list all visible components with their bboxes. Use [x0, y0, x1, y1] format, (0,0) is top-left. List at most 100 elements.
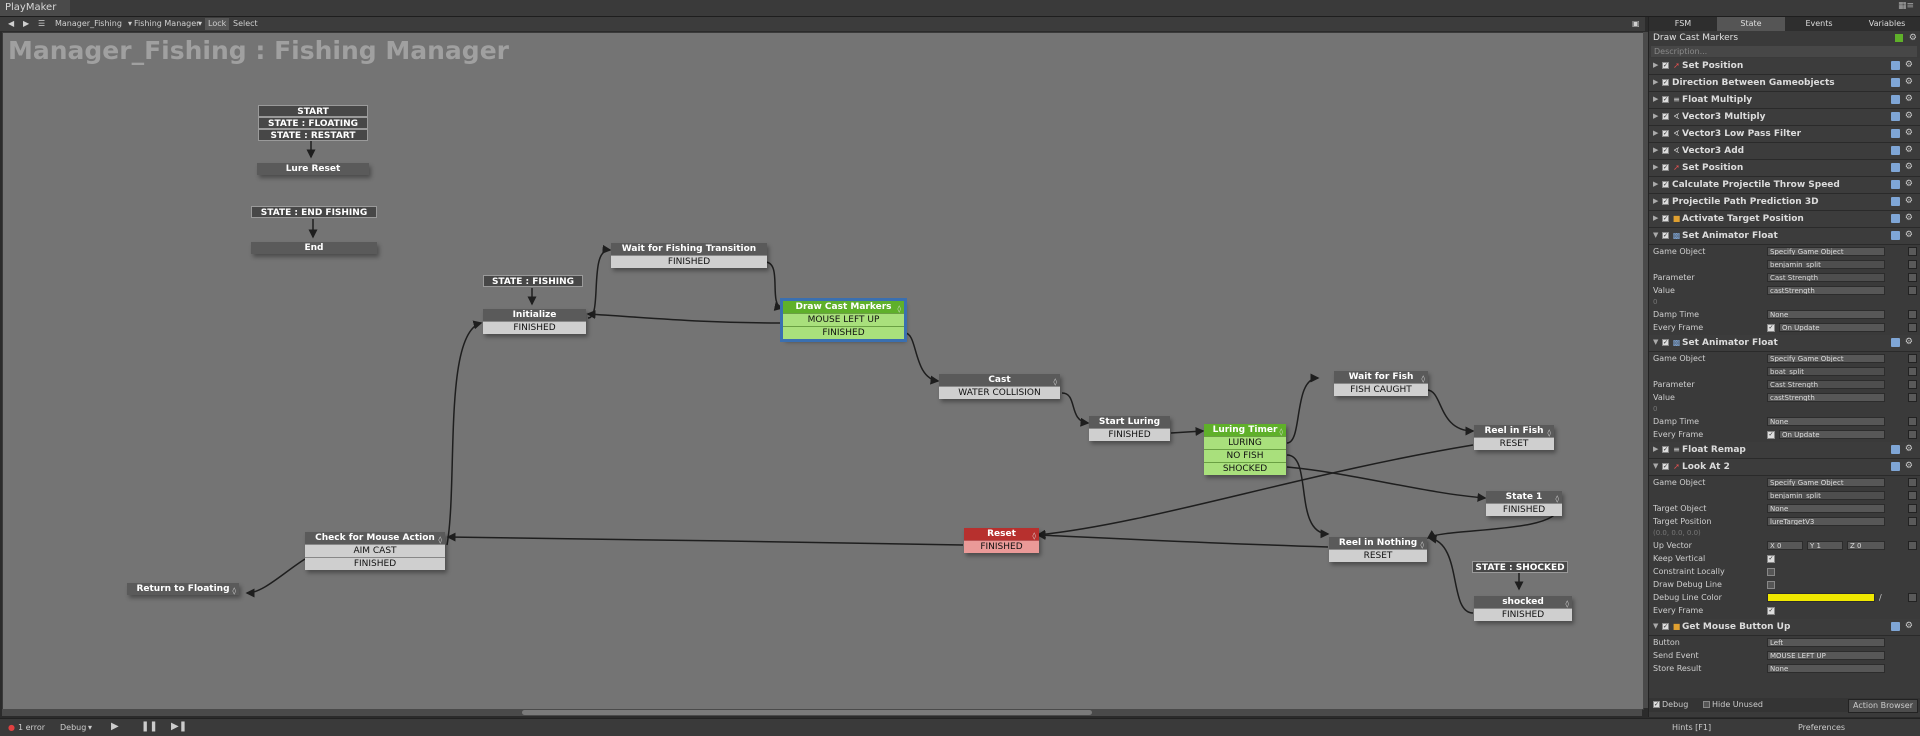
action-set-position-2[interactable]: ▶ ✓ ➚ Set Position ⚙ — [1649, 160, 1920, 177]
debug-checkbox[interactable]: ✓ — [1653, 701, 1660, 708]
step-icon[interactable]: ▶❚ — [171, 721, 187, 732]
error-count[interactable]: 1 error — [18, 723, 45, 732]
state-wait-for-fish[interactable]: Wait for Fish ◊ FISH CAUGHT — [1334, 371, 1428, 396]
help-icon[interactable] — [1891, 622, 1900, 631]
transition-finished[interactable]: FINISHED — [1089, 428, 1170, 441]
scrollbar-thumb[interactable] — [522, 710, 1092, 715]
collapse-arrow-icon[interactable]: ▼ — [1653, 622, 1658, 630]
keep-vertical-checkbox[interactable]: ✓ — [1767, 555, 1775, 563]
gear-icon[interactable]: ⚙ — [1905, 337, 1913, 347]
target-position-select[interactable]: lureTargetV3 — [1767, 517, 1885, 526]
options-icon[interactable] — [1908, 247, 1917, 256]
gear-icon[interactable]: ⚙ — [1905, 621, 1913, 631]
help-icon[interactable] — [1891, 61, 1900, 70]
gear-icon[interactable]: ⚙ — [1905, 128, 1913, 138]
enable-checkbox[interactable]: ✓ — [1662, 446, 1669, 453]
global-start[interactable]: START — [258, 105, 368, 117]
options-icon[interactable] — [1908, 504, 1917, 513]
expand-arrow-icon[interactable]: ▶ — [1653, 163, 1658, 171]
action-set-position[interactable]: ▶ ✓ ➚ Set Position ⚙ — [1649, 58, 1920, 75]
lock-button[interactable]: Lock — [205, 18, 230, 30]
collapse-arrow-icon[interactable]: ▼ — [1653, 231, 1658, 239]
help-icon[interactable] — [1891, 163, 1900, 172]
help-icon[interactable] — [1891, 78, 1900, 87]
state-reset[interactable]: Reset ◊ FINISHED — [964, 528, 1039, 553]
help-icon[interactable] — [1891, 180, 1900, 189]
gear-icon[interactable]: ⚙ — [1905, 213, 1913, 223]
description-field[interactable]: Description... — [1651, 46, 1917, 57]
expand-arrow-icon[interactable]: ▶ — [1653, 146, 1658, 154]
gear-icon[interactable]: ⚙ — [1905, 77, 1913, 87]
action-projectile-path[interactable]: ▶ ✓ Projectile Path Prediction 3D ⚙ — [1649, 194, 1920, 211]
state-end[interactable]: End — [251, 242, 377, 254]
mouse-button-select[interactable]: Left — [1767, 638, 1885, 647]
options-icon[interactable] — [1908, 491, 1917, 500]
action-float-remap[interactable]: ▶ ✓ ≡ Float Remap ⚙ — [1649, 442, 1920, 459]
state-check-for-mouse-action[interactable]: Check for Mouse Action ◊ AIM CAST FINISHE… — [305, 532, 445, 570]
transition-finished[interactable]: FINISHED — [305, 557, 445, 570]
enable-checkbox[interactable]: ✓ — [1662, 198, 1669, 205]
expand-arrow-icon[interactable]: ▶ — [1653, 180, 1658, 188]
options-icon[interactable] — [1908, 417, 1917, 426]
play-icon[interactable]: ▶ — [111, 721, 119, 732]
update-mode-select[interactable]: On Update — [1779, 323, 1885, 332]
enable-checkbox[interactable]: ✓ — [1662, 130, 1669, 137]
forward-icon[interactable]: ▶ — [23, 17, 29, 31]
send-event-select[interactable]: MOUSE LEFT UP — [1767, 651, 1885, 660]
damp-time-select[interactable]: None — [1767, 310, 1885, 319]
options-icon[interactable] — [1908, 478, 1917, 487]
options-icon[interactable] — [1908, 393, 1917, 402]
enable-checkbox[interactable]: ✓ — [1662, 215, 1669, 222]
enable-checkbox[interactable]: ✓ — [1662, 164, 1669, 171]
value-variable-select[interactable]: castStrength — [1767, 393, 1885, 402]
tab-events[interactable]: Events — [1785, 17, 1853, 31]
global-state-end-fishing[interactable]: STATE : END FISHING — [251, 206, 377, 218]
action-vector3-add[interactable]: ▶ ✓ ∢ Vector3 Add ⚙ — [1649, 143, 1920, 160]
global-state-restart[interactable]: STATE : RESTART — [258, 129, 368, 141]
game-object-field[interactable]: benjamin_split — [1767, 491, 1885, 500]
action-float-multiply[interactable]: ▶ ✓ ≡ Float Multiply ⚙ — [1649, 92, 1920, 109]
target-object-select[interactable]: None — [1767, 504, 1885, 513]
action-vector3-low-pass[interactable]: ▶ ✓ ∢ Vector3 Low Pass Filter ⚙ — [1649, 126, 1920, 143]
gear-icon[interactable]: ⚙ — [1909, 32, 1917, 45]
enable-checkbox[interactable]: ✓ — [1662, 181, 1669, 188]
eyedropper-icon[interactable]: ∕ — [1879, 591, 1882, 604]
enable-checkbox[interactable]: ✓ — [1662, 463, 1669, 470]
options-icon[interactable] — [1908, 380, 1917, 389]
enable-checkbox[interactable]: ✓ — [1662, 79, 1669, 86]
expand-arrow-icon[interactable]: ▶ — [1653, 78, 1658, 86]
state-shocked[interactable]: shocked ◊ FINISHED — [1474, 596, 1572, 621]
enable-checkbox[interactable]: ✓ — [1662, 232, 1669, 239]
help-icon[interactable] — [1891, 462, 1900, 471]
help-icon[interactable] — [1891, 197, 1900, 206]
transition-mouse-left-up[interactable]: MOUSE LEFT UP — [783, 313, 904, 326]
state-wait-for-fishing-transition[interactable]: Wait for Fishing Transition FINISHED — [611, 243, 767, 268]
fsm-name-selector[interactable]: Fishing Manager — [134, 17, 199, 31]
state-reel-in-nothing[interactable]: Reel in Nothing ◊ RESET — [1329, 537, 1427, 562]
help-icon[interactable] — [1891, 129, 1900, 138]
tab-variables[interactable]: Variables — [1853, 17, 1920, 31]
up-vector-z-field[interactable]: Z 0 — [1847, 541, 1885, 550]
up-vector-x-field[interactable]: X 0 — [1767, 541, 1803, 550]
back-icon[interactable]: ◀ — [8, 17, 14, 31]
global-state-fishing[interactable]: STATE : FISHING — [483, 275, 583, 287]
transition-finished[interactable]: FINISHED — [611, 255, 767, 268]
gear-icon[interactable]: ⚙ — [1905, 461, 1913, 471]
expand-arrow-icon[interactable]: ▶ — [1653, 214, 1658, 222]
gear-icon[interactable]: ⚙ — [1905, 162, 1913, 172]
gear-icon[interactable]: ⚙ — [1905, 94, 1913, 104]
action-get-mouse-button-up[interactable]: ▼ ✓ ■ Get Mouse Button Up ⚙ — [1649, 619, 1920, 636]
game-object-mode-select[interactable]: Specify Game Object — [1767, 478, 1885, 487]
help-icon[interactable] — [1891, 338, 1900, 347]
enable-checkbox[interactable]: ✓ — [1662, 62, 1669, 69]
enable-checkbox[interactable]: ✓ — [1662, 339, 1669, 346]
gear-icon[interactable]: ⚙ — [1905, 444, 1913, 454]
state-start-luring[interactable]: Start Luring FINISHED — [1089, 416, 1170, 441]
collapse-arrow-icon[interactable]: ▼ — [1653, 462, 1658, 470]
gear-icon[interactable]: ⚙ — [1905, 230, 1913, 240]
options-icon[interactable] — [1908, 354, 1917, 363]
transition-fish-caught[interactable]: FISH CAUGHT — [1334, 383, 1428, 396]
collapse-arrow-icon[interactable]: ▼ — [1653, 338, 1658, 346]
window-menu-icon[interactable]: ▦≡ — [1898, 1, 1914, 11]
gear-icon[interactable]: ⚙ — [1905, 60, 1913, 70]
